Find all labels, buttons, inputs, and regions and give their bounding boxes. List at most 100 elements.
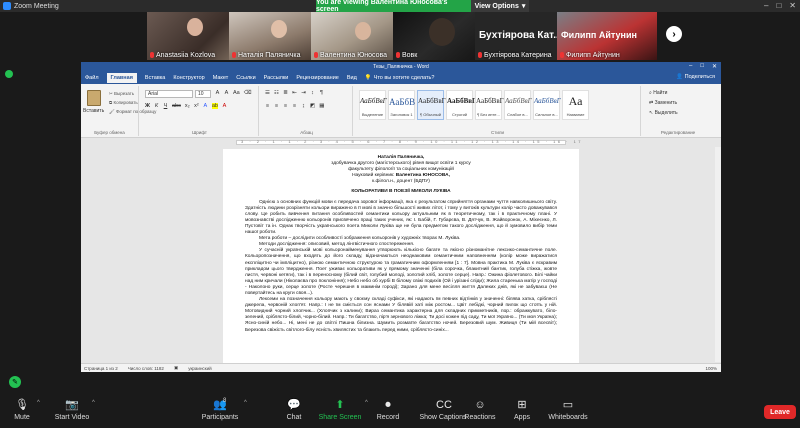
style-subtle-emphasis[interactable]: АаБбВвГ Слабое в... bbox=[504, 90, 532, 120]
change-case-icon[interactable]: Aa bbox=[233, 90, 240, 96]
borders-icon[interactable]: ▦ bbox=[319, 103, 324, 109]
participant-name: Бухтіярова Катерина bbox=[484, 52, 552, 59]
tab-review[interactable]: Рецензирование bbox=[296, 75, 338, 81]
word-count[interactable]: Число слов: 1182 bbox=[128, 366, 164, 371]
style-no-spacing[interactable]: АаБбВвГ ¶ Без инте... bbox=[475, 90, 504, 120]
increase-indent-icon[interactable]: ⇥ bbox=[301, 90, 306, 96]
word-close-icon[interactable]: ✕ bbox=[712, 63, 717, 70]
participants-chevron-icon[interactable]: ^ bbox=[244, 400, 247, 406]
tab-design[interactable]: Конструктор bbox=[173, 75, 204, 81]
clear-format-icon[interactable]: ⌫ bbox=[244, 90, 252, 96]
select-button[interactable]: ↖ Выделить bbox=[649, 110, 678, 116]
bullets-icon[interactable]: ☰ bbox=[265, 90, 270, 96]
align-right-icon[interactable]: ≡ bbox=[283, 103, 288, 109]
tab-file[interactable]: Файл bbox=[85, 75, 99, 81]
participant-name: Филипп Айтунин bbox=[566, 52, 620, 59]
tab-insert[interactable]: Вставка bbox=[145, 75, 165, 81]
maximize-icon[interactable]: □ bbox=[776, 1, 781, 10]
font-name-select[interactable]: Arial bbox=[145, 90, 193, 98]
tab-layout[interactable]: Макет bbox=[213, 75, 229, 81]
style-strong[interactable]: АаБбВвГ Строгий bbox=[446, 90, 477, 120]
highlight-icon[interactable]: ab bbox=[211, 103, 218, 109]
word-title: Тезы_Паляничка - Word bbox=[373, 63, 429, 70]
strikethrough-button[interactable]: abc bbox=[172, 103, 181, 109]
share-label: Поделиться bbox=[684, 74, 715, 80]
shrink-font-icon[interactable]: A bbox=[224, 90, 229, 96]
tab-references[interactable]: Ссылки bbox=[236, 75, 255, 81]
zoom-logo-icon bbox=[3, 2, 11, 10]
replace-button[interactable]: ⇄ Заменить bbox=[649, 100, 677, 106]
clipboard-group: Вставить ✂ Вырезать ⧉ Копировать 🖌 Форма… bbox=[81, 86, 156, 136]
security-shield-icon[interactable] bbox=[5, 70, 13, 78]
grow-font-icon[interactable]: A bbox=[215, 90, 220, 96]
underline-button[interactable]: Ч bbox=[163, 103, 168, 109]
styles-group-label: Стили bbox=[491, 130, 504, 135]
subscript-button[interactable]: x₂ bbox=[185, 103, 190, 109]
next-page-button[interactable]: › bbox=[666, 26, 682, 42]
language-indicator[interactable]: украинский bbox=[188, 366, 211, 371]
vertical-scrollbar[interactable] bbox=[715, 147, 721, 362]
minimize-icon[interactable]: – bbox=[764, 1, 768, 10]
participant-name: Вовк bbox=[402, 52, 418, 59]
align-left-icon[interactable]: ≡ bbox=[265, 103, 270, 109]
share-button[interactable]: 👤 Поделиться bbox=[676, 74, 715, 80]
shared-word-window: Тезы_Паляничка - Word – □ ✕ Файл Главная… bbox=[81, 62, 721, 372]
style-normal[interactable]: АаБбВвГ ¶ Обычный bbox=[417, 90, 446, 120]
record-button[interactable]: ⏺ Record bbox=[360, 398, 416, 421]
tell-me-box[interactable]: 💡 Что вы хотите сделать? bbox=[365, 75, 435, 81]
editing-group: ⌕ Найти ⇄ Заменить ↖ Выделить Редактиров… bbox=[643, 86, 713, 136]
decrease-indent-icon[interactable]: ⇤ bbox=[292, 90, 297, 96]
align-center-icon[interactable]: ≡ bbox=[274, 103, 279, 109]
video-options-chevron-icon[interactable]: ^ bbox=[92, 400, 95, 406]
font-size-select[interactable]: 10 bbox=[195, 90, 211, 98]
whiteboards-button[interactable]: ▭ Whiteboards bbox=[540, 398, 596, 421]
view-options-button[interactable]: View Options ▾ bbox=[471, 0, 529, 12]
style-title[interactable]: Аа Название bbox=[562, 90, 589, 120]
word-maximize-icon[interactable]: □ bbox=[700, 63, 704, 70]
tab-view[interactable]: Вид bbox=[347, 75, 357, 81]
whiteboard-icon: ▭ bbox=[562, 399, 574, 411]
word-minimize-icon[interactable]: – bbox=[689, 63, 692, 70]
window-title: Zoom Meeting bbox=[14, 2, 59, 10]
bold-button[interactable]: Ж bbox=[145, 103, 150, 109]
pilcrow-icon[interactable]: ¶ bbox=[319, 90, 324, 96]
paragraph-group: ☰ ☷ ≣ ⇤ ⇥ ↕ ¶ ≡ ≡ ≡ ≡ ↨ ◩ ▦ Абзац bbox=[261, 86, 353, 136]
shading-icon[interactable]: ◩ bbox=[310, 103, 315, 109]
window-controls: – □ ✕ bbox=[764, 1, 796, 10]
participants-button[interactable]: 👥 8 Participants bbox=[192, 398, 248, 421]
doc-heading: КОЛЬОРАТИВИ В ПОЕЗІЇ МИКОЛИ ЛУКІВА bbox=[351, 189, 451, 195]
font-color-icon[interactable]: A bbox=[222, 103, 227, 109]
document-area: Наталія Паляничка, здобувачка другого (м… bbox=[81, 147, 721, 367]
tab-home[interactable]: Главная bbox=[106, 72, 137, 83]
annotate-pencil-icon[interactable]: ✎ bbox=[9, 376, 21, 388]
proofing-icon[interactable]: ▣ bbox=[174, 365, 178, 371]
style-emphasis[interactable]: АаБбВвГ Выделение bbox=[359, 90, 387, 120]
mute-button[interactable]: 🎙 Mute bbox=[0, 398, 50, 421]
document-page[interactable]: Наталія Паляничка, здобувачка другого (м… bbox=[223, 149, 579, 367]
leave-button[interactable]: Leave bbox=[764, 405, 796, 419]
style-intense-emphasis[interactable]: АаБбВвГ Сильное в... bbox=[533, 90, 561, 120]
multilevel-list-icon[interactable]: ≣ bbox=[283, 90, 288, 96]
audio-options-chevron-icon[interactable]: ^ bbox=[37, 400, 40, 406]
style-heading-1[interactable]: АаБбВ Заголовок 1 bbox=[388, 90, 415, 120]
tab-mailings[interactable]: Рассылки bbox=[264, 75, 289, 81]
paste-button[interactable]: Вставить bbox=[83, 108, 104, 114]
numbering-icon[interactable]: ☷ bbox=[274, 90, 279, 96]
copy-button[interactable]: ⧉ Копировать bbox=[109, 100, 138, 105]
text-effects-icon[interactable]: A bbox=[203, 103, 208, 109]
cut-button[interactable]: ✂ Вырезать bbox=[109, 91, 134, 97]
line-spacing-icon[interactable]: ↨ bbox=[301, 103, 306, 109]
paste-icon[interactable] bbox=[87, 90, 101, 106]
zoom-level[interactable]: 100% bbox=[705, 366, 717, 371]
superscript-button[interactable]: x² bbox=[194, 103, 199, 109]
chat-icon: 💬 bbox=[287, 399, 301, 411]
justify-icon[interactable]: ≡ bbox=[292, 103, 297, 109]
close-icon[interactable]: ✕ bbox=[789, 1, 796, 10]
tell-me-label: Что вы хотите сделать? bbox=[373, 74, 435, 81]
mic-muted-icon bbox=[478, 52, 482, 58]
page-count[interactable]: Страница 1 из 2 bbox=[84, 366, 118, 371]
sort-icon[interactable]: ↕ bbox=[310, 90, 315, 96]
italic-button[interactable]: К bbox=[154, 103, 159, 109]
participant-tile[interactable]: Филипп Айтунин Филипп Айтунин bbox=[557, 12, 657, 60]
find-button[interactable]: ⌕ Найти bbox=[649, 90, 667, 96]
